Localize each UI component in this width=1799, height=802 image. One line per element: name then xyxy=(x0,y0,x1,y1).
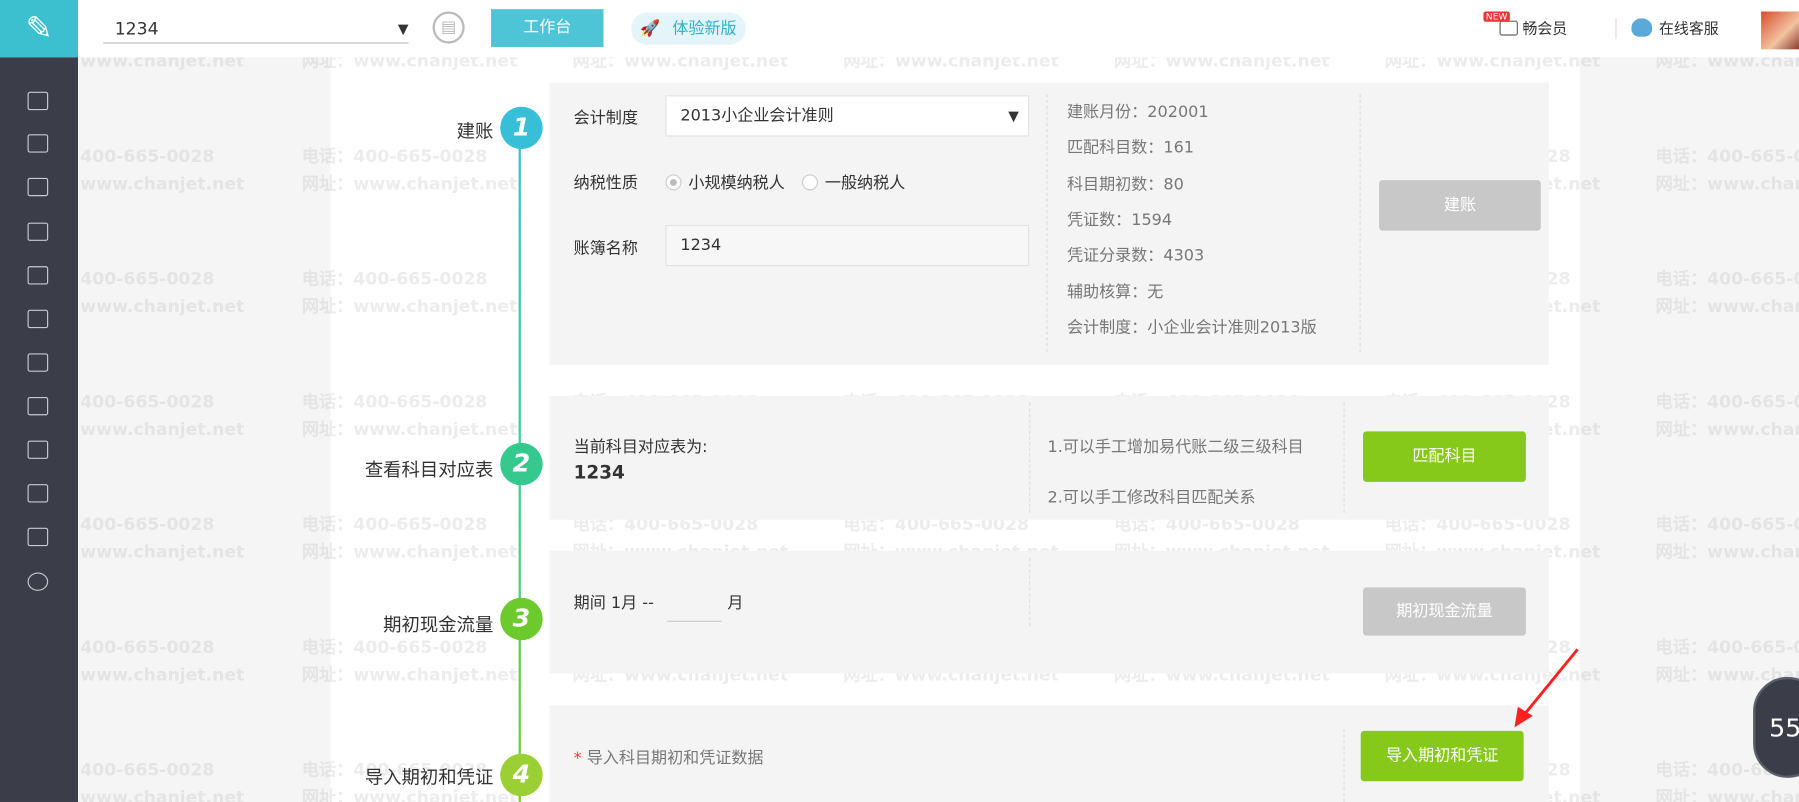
note-2: 2.可以手工修改科目匹配关系 xyxy=(1047,488,1256,508)
tax-radio-small[interactable]: 小规模纳税人 xyxy=(665,171,785,194)
step-4-label: 导入期初和凭证 xyxy=(364,766,494,789)
watermark-site: 网址：www.chanjet.net xyxy=(1655,173,1799,194)
period-suffix: 月 xyxy=(727,594,744,613)
step-3-circle: 3 xyxy=(500,597,543,641)
annotation-arrow-icon xyxy=(1514,648,1579,728)
step-3-label: 期初现金流量 xyxy=(383,613,494,636)
chevron-down-icon: ▼ xyxy=(397,20,409,37)
sidebar xyxy=(0,57,79,802)
watermark-site: 网址：www.chanjet.net xyxy=(1655,418,1799,440)
radio-unchecked xyxy=(801,174,819,191)
radio-checked xyxy=(665,174,682,191)
system-label: 会计制度 xyxy=(573,108,638,128)
note-1: 1.可以手工增加易代账二级三级科目 xyxy=(1047,438,1304,457)
watermark-phone: 电话：400-665-0028 xyxy=(1655,268,1799,290)
info-item: 凭证数：1594 xyxy=(1066,210,1173,230)
calendar-icon[interactable] xyxy=(27,309,49,329)
avatar[interactable] xyxy=(1761,11,1799,50)
book-selector[interactable]: 1234 ▼ xyxy=(103,14,409,44)
divider xyxy=(1046,94,1048,353)
period-label: 期间 1月 -- xyxy=(573,594,654,613)
timer-widget[interactable]: 55 xyxy=(1753,676,1799,778)
tax-label: 纳税性质 xyxy=(573,174,638,193)
watermark-phone: 电话：400-665-0028 xyxy=(1655,391,1799,412)
step-2-label: 查看科目对应表 xyxy=(364,458,494,481)
export-icon[interactable] xyxy=(27,527,49,547)
watermark-site: 网址：www.chanjet.net xyxy=(1655,296,1799,317)
rocket-icon: 🚀 xyxy=(640,19,661,38)
cash-icon[interactable] xyxy=(27,177,49,197)
ledger-icon[interactable] xyxy=(27,134,49,153)
calendar-icon[interactable]: ▤ xyxy=(432,11,465,44)
vip-link[interactable]: NEW 畅会员 xyxy=(1483,11,1567,38)
mapping-card: 当前科目对应表为: 1234 1.可以手工增加易代账二级三级科目 2.可以手工修… xyxy=(549,395,1549,520)
new-version-button[interactable]: 🚀 体验新版 xyxy=(631,12,746,45)
chart-icon[interactable] xyxy=(27,222,49,241)
info-item: 凭证分录数：4303 xyxy=(1066,246,1205,266)
info-item: 会计制度：小企业会计准则2013版 xyxy=(1066,318,1317,338)
book-name-input[interactable]: 1234 xyxy=(665,224,1030,267)
step-2-circle: 2 xyxy=(500,442,543,486)
tax-radio-general[interactable]: 一般纳税人 xyxy=(801,171,905,194)
search-voucher-icon[interactable] xyxy=(27,91,49,111)
watermark-site: 网址：www.chanjet.net xyxy=(1655,787,1799,802)
info-item: 匹配科目数：161 xyxy=(1066,139,1195,158)
mapping-value: 1234 xyxy=(573,461,625,484)
divider xyxy=(1343,728,1345,802)
step-1-label: 建账 xyxy=(456,120,494,143)
watermark-phone: 电话：400-665-0028 xyxy=(1655,145,1799,167)
required-mark: * xyxy=(573,749,582,768)
image-icon[interactable] xyxy=(27,440,49,459)
headset-icon xyxy=(1631,18,1653,37)
info-item: 科目期初数：80 xyxy=(1066,175,1184,194)
period-end-input[interactable] xyxy=(666,590,722,622)
workbench-button[interactable]: 工作台 xyxy=(491,9,604,48)
watermark-phone: 电话：400-665-0028 xyxy=(1655,636,1799,658)
import-opening-vouchers-button[interactable]: 导入期初和凭证 xyxy=(1360,730,1524,782)
book-name-label: 账簿名称 xyxy=(573,239,638,259)
stamp-icon[interactable] xyxy=(27,484,49,503)
building-icon[interactable] xyxy=(27,266,49,285)
watermark-site: 网址：www.chanjet.net xyxy=(1655,541,1799,563)
watermark-phone: 电话：400-665-0028 xyxy=(1655,513,1799,535)
top-bar: ✎ 1234 ▼ ▤ 工作台 🚀 体验新版 NEW 畅会员 在线客服 xyxy=(0,0,1799,58)
opening-cashflow-button[interactable]: 期初现金流量 xyxy=(1362,587,1526,636)
step-1-circle: 1 xyxy=(500,106,543,150)
report-icon[interactable] xyxy=(27,396,49,416)
divider xyxy=(1615,18,1617,40)
create-book-button[interactable]: 建账 xyxy=(1379,180,1541,231)
setup-card: 会计制度 2013小企业会计准则 ▼ 纳税性质 小规模纳税人 一般纳税人 账簿名称… xyxy=(549,82,1549,365)
step-4-circle: 4 xyxy=(500,753,543,797)
divider xyxy=(1359,94,1361,353)
cashflow-card: 期间 1月 -- 月 期初现金流量 xyxy=(549,550,1549,674)
gear-icon[interactable] xyxy=(27,572,49,591)
accounting-system-select[interactable]: 2013小企业会计准则 ▼ xyxy=(665,95,1030,137)
chevron-down-icon: ▼ xyxy=(1008,107,1019,124)
info-item: 建账月份：202001 xyxy=(1066,103,1209,122)
info-item: 辅助核算：无 xyxy=(1066,282,1164,302)
book-icon[interactable] xyxy=(27,353,49,372)
new-badge: NEW xyxy=(1483,11,1510,22)
import-card: * 导入科目期初和凭证数据 导入期初和凭证 xyxy=(549,705,1549,802)
divider xyxy=(1029,402,1031,513)
app-logo[interactable]: ✎ xyxy=(0,0,79,58)
mapping-label: 当前科目对应表为: xyxy=(573,438,708,457)
divider xyxy=(1343,402,1345,513)
tv-icon xyxy=(1499,20,1518,36)
divider xyxy=(1029,557,1031,627)
import-hint: 导入科目期初和凭证数据 xyxy=(586,749,764,768)
online-service-link[interactable]: 在线客服 xyxy=(1631,16,1719,38)
match-subjects-button[interactable]: 匹配科目 xyxy=(1362,431,1526,482)
